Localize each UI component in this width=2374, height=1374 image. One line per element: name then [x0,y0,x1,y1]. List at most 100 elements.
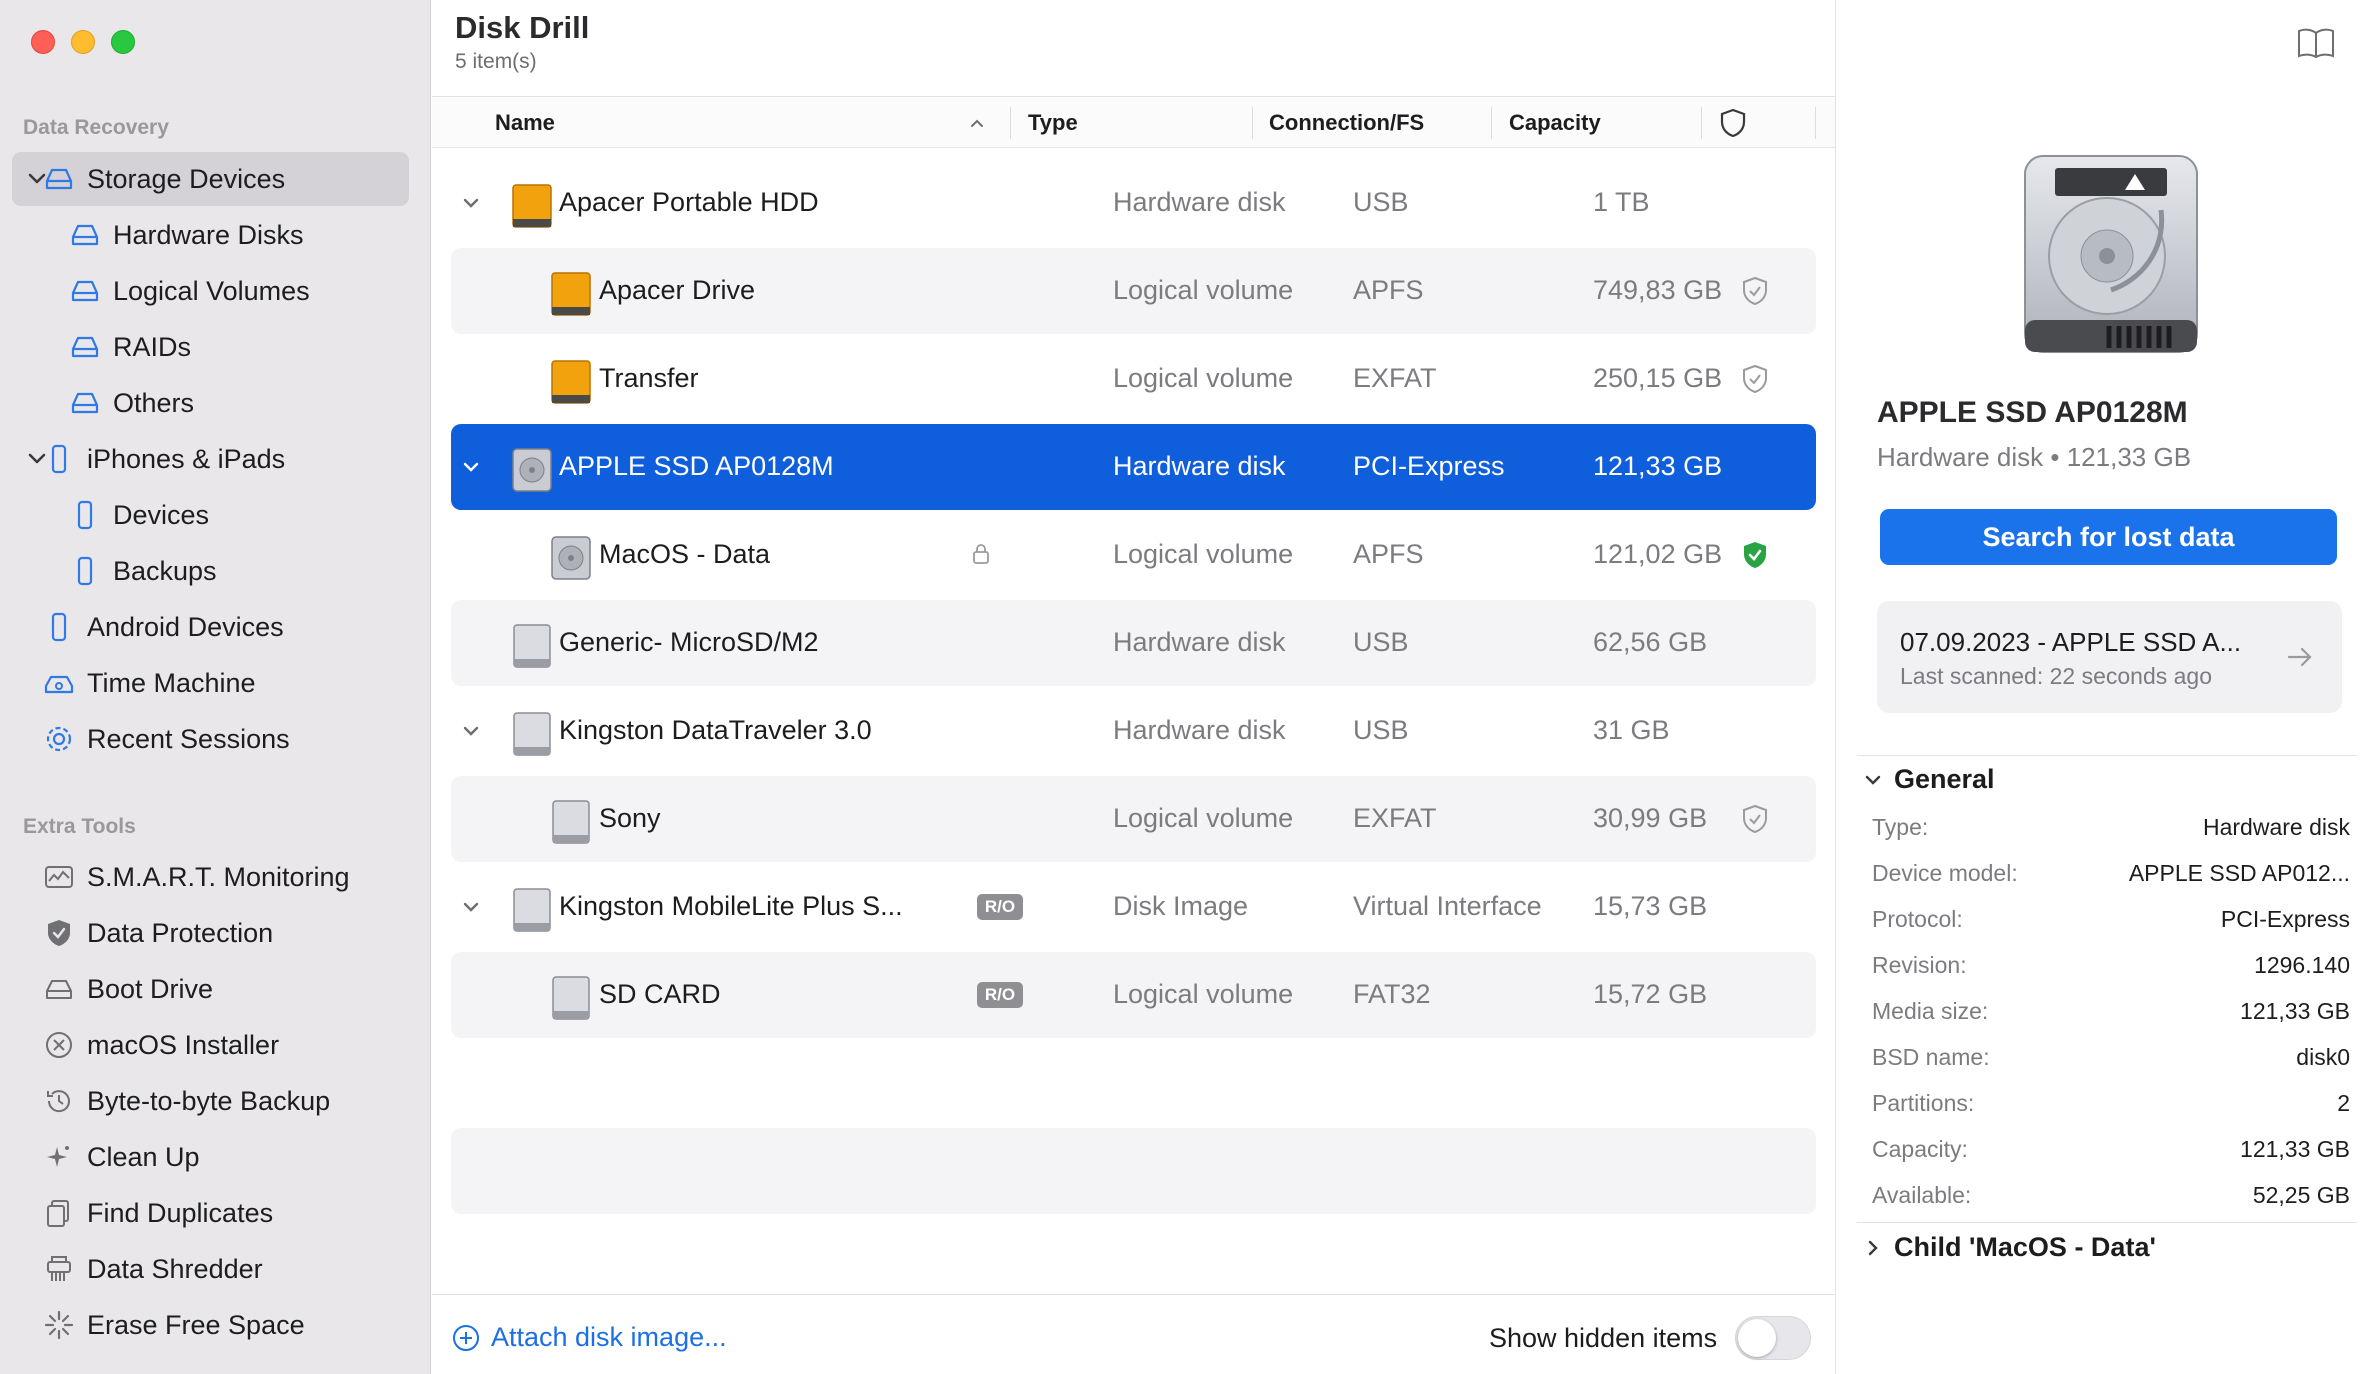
row-capacity: 15,73 GB [1593,891,1708,921]
table-row[interactable]: Sony Logical volume EXFAT 30,99 GB [451,776,1816,862]
sidebar-tool-find-duplicates[interactable]: Find Duplicates [12,1186,409,1240]
protection-shield-icon[interactable] [1739,275,1771,307]
sidebar-item-label: iPhones & iPads [87,444,286,474]
generic-disk-icon [552,976,590,1020]
phone-icon [77,500,93,530]
sidebar-item-time-machine[interactable]: Time Machine [12,656,409,710]
column-divider[interactable] [1252,107,1253,139]
column-divider[interactable] [1010,107,1011,139]
external-hdd-icon [551,360,591,404]
row-fs: USB [1353,627,1409,657]
row-fs: EXFAT [1353,363,1437,393]
chevron-down-icon[interactable] [459,719,483,743]
minimize-window-button[interactable] [71,30,95,54]
table-row[interactable]: Kingston MobileLite Plus S... R/O Disk I… [451,864,1816,950]
column-divider[interactable] [1701,107,1702,139]
sidebar-tool-clean-up[interactable]: Clean Up [12,1130,409,1184]
column-divider[interactable] [1491,107,1492,139]
sidebar-item-others[interactable]: Others [12,376,409,430]
column-header-name[interactable]: Name [495,110,555,136]
sidebar-item-recent-sessions[interactable]: Recent Sessions [12,712,409,766]
sidebar-item-android-devices[interactable]: Android Devices [12,600,409,654]
property-key: Type: [1872,814,1929,840]
sidebar-tool-data-shredder[interactable]: Data Shredder [12,1242,409,1296]
table-row-selected[interactable]: APPLE SSD AP0128M Hardware disk PCI-Expr… [451,424,1816,510]
sidebar-tool-macos-installer[interactable]: macOS Installer [12,1018,409,1072]
time-machine-icon [44,675,74,694]
session-title: 07.09.2023 - APPLE SSD A... [1900,627,2242,657]
close-window-button[interactable] [31,30,55,54]
read-only-badge: R/O [977,894,1023,920]
sidebar-item-iphones-ipads[interactable]: iPhones & iPads [12,432,409,486]
row-name: MacOS - Data [599,539,771,569]
data-recovery-section-label: Data Recovery [23,116,169,139]
arrow-right-icon [2287,647,2312,667]
row-type: Hardware disk [1113,627,1286,657]
row-capacity: 121,33 GB [1593,451,1723,481]
row-type: Logical volume [1113,979,1294,1009]
search-for-lost-data-button[interactable]: Search for lost data [1880,509,2337,565]
property-key: Capacity: [1872,1136,1968,1162]
property-key: Revision: [1872,952,1967,978]
sidebar-item-label: Hardware Disks [113,220,304,250]
sidebar-tool-label: Data Protection [87,918,274,948]
property-key: BSD name: [1872,1044,1990,1070]
protection-shield-icon[interactable] [1718,107,1748,139]
child-section-toggle[interactable]: Child 'MacOS - Data' [1862,1232,2156,1263]
property-value: disk0 [2296,1044,2350,1070]
chevron-down-icon[interactable] [459,455,483,479]
book-icon[interactable] [2296,26,2336,60]
protected-shield-icon[interactable] [1739,539,1771,571]
divider [1857,1222,2357,1223]
table-row[interactable]: Apacer Drive Logical volume APFS 749,83 … [451,248,1816,334]
sidebar-tool-boot-drive[interactable]: Boot Drive [12,962,409,1016]
table-row[interactable]: Generic- MicroSD/M2 Hardware disk USB 62… [451,600,1816,686]
protection-shield-icon[interactable] [1739,363,1771,395]
property-value: 52,25 GB [2252,1182,2350,1208]
zoom-window-button[interactable] [111,30,135,54]
sidebar-item-label: Logical Volumes [113,276,310,306]
table-row[interactable]: MacOS - Data Logical volume APFS 121,02 … [451,512,1816,598]
sidebar-item-logical-volumes[interactable]: Logical Volumes [12,264,409,318]
row-fs: EXFAT [1353,803,1437,833]
column-divider[interactable] [1815,107,1816,139]
column-header-connection[interactable]: Connection/FS [1269,110,1424,136]
chevron-down-icon [1865,775,1881,785]
sidebar-item-raids[interactable]: RAIDs [12,320,409,374]
chevron-down-icon[interactable] [459,191,483,215]
row-name: Transfer [599,363,699,393]
sidebar-tool-data-protection[interactable]: Data Protection [12,906,409,960]
column-header-type[interactable]: Type [1028,110,1078,136]
sidebar-tool-smart-monitoring[interactable]: S.M.A.R.T. Monitoring [12,850,409,904]
chevron-down-icon[interactable] [459,895,483,919]
sidebar-tool-label: macOS Installer [87,1030,280,1060]
sidebar-tool-byte-backup[interactable]: Byte-to-byte Backup [12,1074,409,1128]
row-capacity: 15,72 GB [1593,979,1708,1009]
protection-shield-icon[interactable] [1739,803,1771,835]
sidebar-item-devices[interactable]: Devices [12,488,409,542]
table-row[interactable]: Transfer Logical volume EXFAT 250,15 GB [451,336,1816,422]
table-row[interactable]: Apacer Portable HDD Hardware disk USB 1 … [451,160,1816,246]
sidebar-tool-erase-free-space[interactable]: Erase Free Space [12,1298,409,1352]
previous-session-card[interactable]: 07.09.2023 - APPLE SSD A... Last scanned… [1877,601,2342,713]
table-row[interactable]: Kingston DataTraveler 3.0 Hardware disk … [451,688,1816,774]
drive-icon [46,980,72,999]
property-value: 2 [2337,1090,2350,1116]
table-row[interactable]: SD CARD R/O Logical volume FAT32 15,72 G… [451,952,1816,1038]
row-capacity: 30,99 GB [1593,803,1708,833]
property-row: Protocol: PCI-Express [1872,906,2350,936]
property-value: Hardware disk [2203,814,2350,840]
sort-ascending-icon[interactable] [967,113,987,133]
sidebar-tool-label: Byte-to-byte Backup [87,1086,331,1116]
hard-drive-icon [45,168,73,190]
sidebar-item-backups[interactable]: Backups [12,544,409,598]
sidebar-item-hardware-disks[interactable]: Hardware Disks [12,208,409,262]
general-section-toggle[interactable]: General [1862,764,1995,795]
sidebar-item-storage-devices[interactable]: Storage Devices [12,152,409,206]
attach-disk-image-button[interactable]: Attach disk image... [451,1322,727,1353]
sidebar-item-label: Others [113,388,195,418]
column-header-capacity[interactable]: Capacity [1509,110,1601,136]
property-row: Partitions: 2 [1872,1090,2350,1120]
show-hidden-toggle[interactable] [1735,1316,1811,1360]
phone-icon [51,612,67,642]
